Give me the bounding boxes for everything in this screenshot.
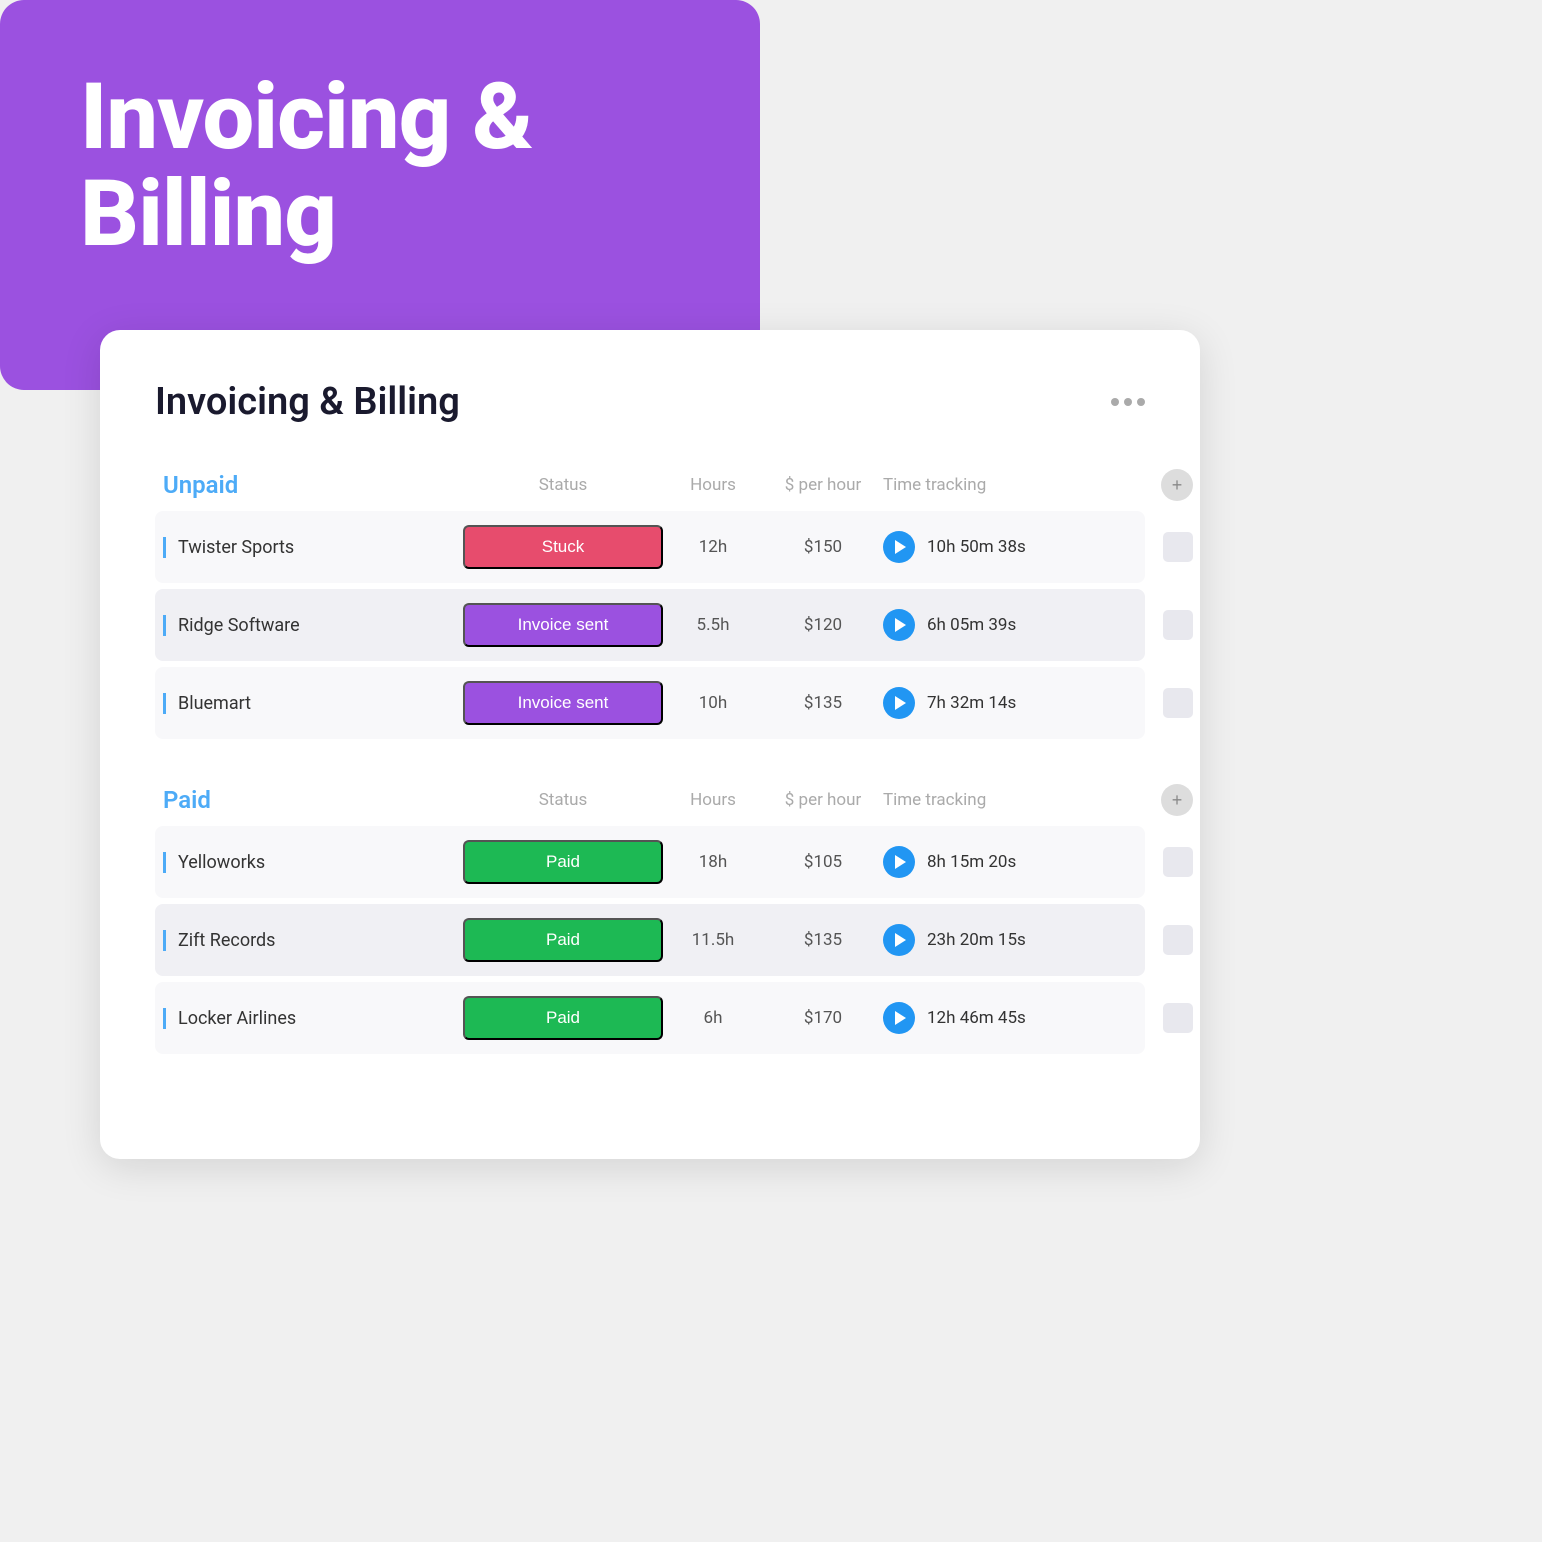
time-value: 12h 46m 45s: [927, 1008, 1026, 1028]
invoicing-card: Invoicing & Billing Unpaid Status Hours …: [100, 330, 1200, 1159]
time-value: 23h 20m 15s: [927, 930, 1026, 950]
play-button[interactable]: [883, 531, 915, 563]
play-icon: [895, 933, 906, 947]
unpaid-section: Unpaid Status Hours $ per hour Time trac…: [155, 469, 1145, 739]
status-badge[interactable]: Invoice sent: [463, 603, 663, 647]
table-row: Yelloworks Paid 18h $105 8h 15m 20s: [155, 826, 1145, 898]
hours-col-header: Hours: [663, 475, 763, 495]
play-icon: [895, 1011, 906, 1025]
dot-2: [1124, 398, 1132, 406]
unpaid-add-button[interactable]: +: [1161, 469, 1193, 501]
time-tracking-cell: 8h 15m 20s: [883, 846, 1143, 878]
unpaid-label: Unpaid: [163, 471, 463, 499]
client-name: Zift Records: [163, 930, 463, 951]
rate-value: $105: [763, 852, 883, 872]
play-icon: [895, 696, 906, 710]
row-action-button[interactable]: [1163, 688, 1193, 718]
paid-hours-col-header: Hours: [663, 790, 763, 810]
paid-add-button[interactable]: +: [1161, 784, 1193, 816]
status-badge[interactable]: Invoice sent: [463, 681, 663, 725]
paid-status-col-header: Status: [463, 790, 663, 810]
time-tracking-cell: 12h 46m 45s: [883, 1002, 1143, 1034]
more-options-button[interactable]: [1111, 398, 1145, 406]
hours-value: 18h: [663, 852, 763, 872]
client-name: Yelloworks: [163, 852, 463, 873]
rate-col-header: $ per hour: [763, 475, 883, 495]
play-button[interactable]: [883, 1002, 915, 1034]
rate-value: $170: [763, 1008, 883, 1028]
card-title: Invoicing & Billing: [155, 380, 460, 424]
play-icon: [895, 855, 906, 869]
play-button[interactable]: [883, 687, 915, 719]
dot-3: [1137, 398, 1145, 406]
play-button[interactable]: [883, 846, 915, 878]
status-badge[interactable]: Paid: [463, 996, 663, 1040]
paid-label: Paid: [163, 786, 463, 814]
paid-header-row: Paid Status Hours $ per hour Time tracki…: [155, 784, 1145, 816]
status-badge[interactable]: Stuck: [463, 525, 663, 569]
status-badge[interactable]: Paid: [463, 840, 663, 884]
table-row: Twister Sports Stuck 12h $150 10h 50m 38…: [155, 511, 1145, 583]
time-value: 10h 50m 38s: [927, 537, 1026, 557]
time-tracking-col-header: Time tracking: [883, 475, 1143, 495]
unpaid-header-row: Unpaid Status Hours $ per hour Time trac…: [155, 469, 1145, 501]
time-value: 8h 15m 20s: [927, 852, 1016, 872]
hours-value: 12h: [663, 537, 763, 557]
client-name: Twister Sports: [163, 537, 463, 558]
paid-section: Paid Status Hours $ per hour Time tracki…: [155, 784, 1145, 1054]
client-name: Ridge Software: [163, 615, 463, 636]
time-tracking-cell: 7h 32m 14s: [883, 687, 1143, 719]
play-icon: [895, 540, 906, 554]
time-tracking-cell: 10h 50m 38s: [883, 531, 1143, 563]
status-col-header: Status: [463, 475, 663, 495]
play-button[interactable]: [883, 609, 915, 641]
hours-value: 5.5h: [663, 615, 763, 635]
status-badge[interactable]: Paid: [463, 918, 663, 962]
row-action-button[interactable]: [1163, 1003, 1193, 1033]
rate-value: $120: [763, 615, 883, 635]
row-action-button[interactable]: [1163, 532, 1193, 562]
dot-1: [1111, 398, 1119, 406]
table-row: Zift Records Paid 11.5h $135 23h 20m 15s: [155, 904, 1145, 976]
hours-value: 10h: [663, 693, 763, 713]
play-icon: [895, 618, 906, 632]
banner-title: Invoicing &Billing: [80, 70, 533, 263]
client-name: Locker Airlines: [163, 1008, 463, 1029]
row-action-button[interactable]: [1163, 925, 1193, 955]
card-header: Invoicing & Billing: [155, 380, 1145, 424]
paid-rows-container: Yelloworks Paid 18h $105 8h 15m 20s Zift…: [155, 826, 1145, 1054]
hours-value: 6h: [663, 1008, 763, 1028]
paid-rate-col-header: $ per hour: [763, 790, 883, 810]
hours-value: 11.5h: [663, 930, 763, 950]
rate-value: $150: [763, 537, 883, 557]
time-tracking-cell: 6h 05m 39s: [883, 609, 1143, 641]
row-action-button[interactable]: [1163, 610, 1193, 640]
time-tracking-cell: 23h 20m 15s: [883, 924, 1143, 956]
table-row: Ridge Software Invoice sent 5.5h $120 6h…: [155, 589, 1145, 661]
paid-time-tracking-col-header: Time tracking: [883, 790, 1143, 810]
rate-value: $135: [763, 930, 883, 950]
row-action-button[interactable]: [1163, 847, 1193, 877]
client-name: Bluemart: [163, 693, 463, 714]
table-row: Bluemart Invoice sent 10h $135 7h 32m 14…: [155, 667, 1145, 739]
play-button[interactable]: [883, 924, 915, 956]
time-value: 6h 05m 39s: [927, 615, 1016, 635]
unpaid-rows-container: Twister Sports Stuck 12h $150 10h 50m 38…: [155, 511, 1145, 739]
rate-value: $135: [763, 693, 883, 713]
time-value: 7h 32m 14s: [927, 693, 1016, 713]
table-row: Locker Airlines Paid 6h $170 12h 46m 45s: [155, 982, 1145, 1054]
